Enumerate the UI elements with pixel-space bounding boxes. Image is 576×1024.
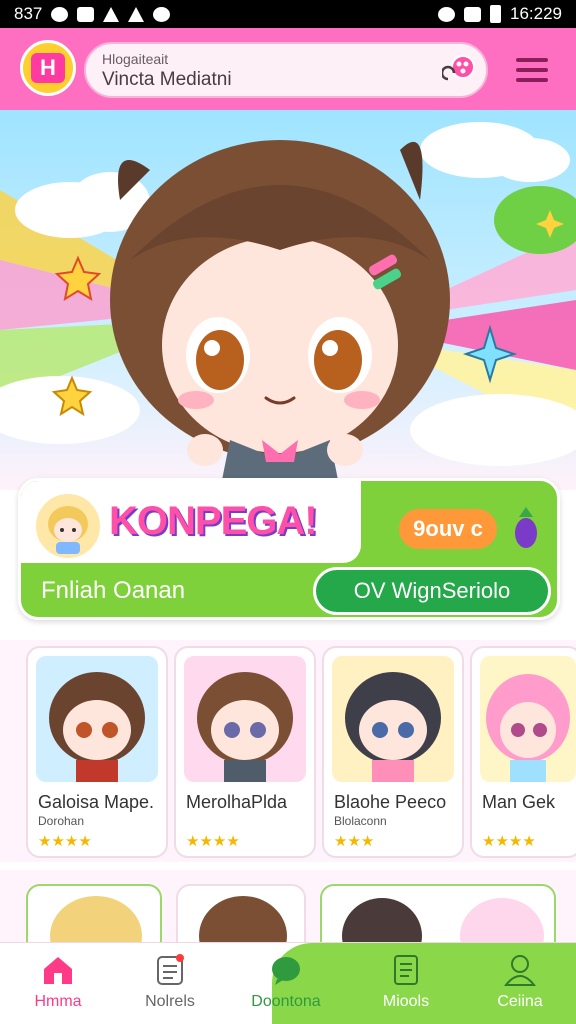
chat-icon bbox=[272, 957, 300, 985]
nav-label: Ceiina bbox=[497, 993, 543, 1010]
nav-label: Miools bbox=[382, 993, 430, 1010]
character-card[interactable]: Galoisa Mape. Dorohan ★★★★ bbox=[26, 646, 168, 858]
status-text: 837 bbox=[14, 4, 43, 23]
nav-item-chat[interactable]: Doontona bbox=[236, 953, 336, 1021]
cat-ear-girl-icon bbox=[48, 506, 88, 554]
home-icon bbox=[44, 957, 72, 984]
character-card[interactable]: Blaohe Peeco Blolaconn ★★★ bbox=[322, 646, 464, 858]
card-subtitle: Dorohan bbox=[38, 814, 85, 828]
wifi-icon bbox=[153, 6, 171, 22]
card-thumbnail bbox=[184, 656, 306, 782]
menu-line bbox=[516, 58, 548, 62]
search-bar[interactable]: Hlogaiteait Vincta Mediatni bbox=[84, 42, 488, 98]
card-name: Blaohe Peeco bbox=[334, 792, 447, 812]
nav-item-notes[interactable]: Nolrels bbox=[120, 953, 220, 1021]
card-name: Galoisa Mape. bbox=[38, 792, 155, 812]
status-time: 16:229 bbox=[510, 4, 562, 23]
battery-icon bbox=[490, 5, 501, 23]
status-bar: 837 16:229 bbox=[0, 0, 576, 28]
character-card-list: Galoisa Mape. Dorohan ★★★★ MerolhaPlda ★… bbox=[0, 640, 576, 862]
card-rating: ★★★★ bbox=[186, 833, 240, 850]
logo-letter: H bbox=[31, 53, 65, 83]
character-portrait bbox=[197, 672, 293, 782]
card-thumbnail bbox=[480, 656, 576, 782]
messenger-icon bbox=[51, 6, 69, 22]
card-name: Man Gek bbox=[482, 792, 556, 812]
nav-item-documents[interactable]: Miools bbox=[356, 953, 456, 1021]
character-portrait bbox=[345, 672, 441, 782]
menu-button[interactable] bbox=[512, 52, 552, 88]
card-subtitle: Blolaconn bbox=[334, 814, 387, 828]
nav-item-home[interactable]: Hmma bbox=[8, 953, 108, 1021]
voice-search-icon[interactable] bbox=[442, 53, 476, 87]
banner-subtitle: Fnliah Oanan bbox=[41, 577, 186, 604]
chibi-character bbox=[110, 140, 450, 490]
card-name: MerolhaPlda bbox=[186, 792, 288, 812]
profile-icon bbox=[503, 955, 537, 986]
alarm-icon bbox=[438, 6, 455, 22]
banner-avatar bbox=[33, 491, 103, 561]
character-card[interactable]: Man Gek ★★★★ bbox=[470, 646, 576, 858]
card-thumbnail bbox=[36, 656, 158, 782]
gallery-icon bbox=[77, 6, 95, 22]
card-thumbnail bbox=[332, 656, 454, 782]
search-input[interactable]: Vincta Mediatni bbox=[102, 68, 470, 92]
signal-icon bbox=[464, 6, 481, 22]
card-rating: ★★★ bbox=[334, 833, 375, 850]
character-portrait bbox=[486, 674, 570, 782]
hero-illustration bbox=[0, 110, 576, 490]
nav-label: Nolrels bbox=[145, 993, 195, 1010]
search-label: Hlogaiteait bbox=[102, 51, 169, 67]
bottom-navigation: Hmma Nolrels Doontona Miools Ceiina bbox=[0, 942, 576, 1024]
menu-line bbox=[516, 78, 548, 82]
tree bbox=[494, 186, 576, 254]
character-card-row-2 bbox=[0, 870, 576, 964]
app-header: H Hlogaiteait Vincta Mediatni bbox=[0, 28, 576, 110]
menu-line bbox=[516, 68, 548, 72]
eggplant-icon bbox=[515, 507, 537, 548]
notes-icon bbox=[157, 954, 184, 985]
document-icon bbox=[394, 955, 418, 985]
card-rating: ★★★★ bbox=[482, 833, 536, 850]
banner-title: KONPEGA! bbox=[109, 499, 318, 543]
hero-artwork bbox=[0, 122, 576, 490]
app-logo[interactable]: H bbox=[20, 40, 76, 96]
play-icon bbox=[128, 6, 145, 22]
notification-icon bbox=[103, 6, 120, 22]
price-badge[interactable]: 9ouv c bbox=[399, 509, 497, 549]
nav-item-profile[interactable]: Ceiina bbox=[470, 953, 570, 1021]
character-card[interactable]: MerolhaPlda ★★★★ bbox=[174, 646, 316, 858]
nav-label: Doontona bbox=[251, 993, 321, 1010]
banner-cta-button[interactable]: OV WignSeriolo bbox=[313, 567, 551, 615]
character-portrait bbox=[49, 672, 145, 782]
promo-banner[interactable]: KONPEGA! 9ouv c Fnliah Oanan OV WignSeri… bbox=[18, 478, 560, 620]
card-rating: ★★★★ bbox=[38, 833, 92, 850]
nav-label: Hmma bbox=[34, 993, 82, 1010]
